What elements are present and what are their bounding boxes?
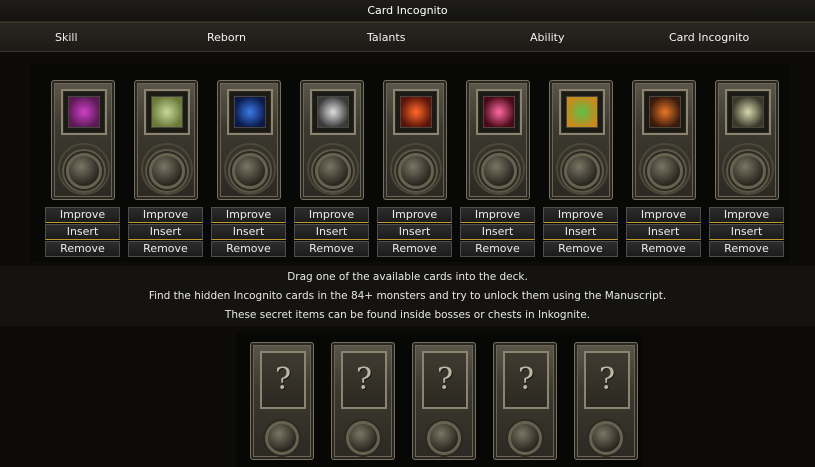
insert-button[interactable]: Insert (543, 224, 618, 240)
info-text: These secret items can be found inside b… (224, 309, 591, 321)
card[interactable] (134, 80, 198, 200)
tab-card-incognito[interactable]: Card Incognito (669, 23, 749, 53)
remove-button[interactable]: Remove (211, 241, 286, 257)
hidden-card[interactable]: ? (331, 342, 395, 460)
card-art-frame (144, 89, 190, 135)
improve-button[interactable]: Improve (128, 207, 203, 223)
fire-beast-icon (400, 96, 432, 128)
nav-bar: Skill Reborn Talants Ability Card Incogn… (0, 22, 815, 52)
info-panel: Drag one of the available cards into the… (0, 266, 815, 326)
remove-button[interactable]: Remove (543, 241, 618, 257)
question-mark-icon: ? (584, 351, 630, 409)
insert-button[interactable]: Insert (45, 224, 120, 240)
card-orb (66, 153, 102, 189)
card-orb (730, 153, 766, 189)
tab-reborn[interactable]: Reborn (207, 23, 246, 53)
card[interactable] (466, 80, 530, 200)
info-text: Drag one of the available cards into the… (287, 271, 528, 283)
card-orb (508, 421, 542, 455)
card-orb (481, 153, 517, 189)
card[interactable] (383, 80, 447, 200)
card-art-frame (476, 89, 522, 135)
card-art-frame (393, 89, 439, 135)
tree-icon (151, 96, 183, 128)
remove-button[interactable]: Remove (460, 241, 535, 257)
improve-button[interactable]: Improve (543, 207, 618, 223)
card-art-frame (310, 89, 356, 135)
claw-icon (317, 96, 349, 128)
improve-button[interactable]: Improve (377, 207, 452, 223)
question-mark-icon: ? (503, 351, 549, 409)
improve-button[interactable]: Improve (294, 207, 369, 223)
tab-ability[interactable]: Ability (530, 23, 565, 53)
improve-button[interactable]: Improve (626, 207, 701, 223)
card-slot: Improve Insert Remove (626, 80, 701, 257)
insert-button[interactable]: Insert (294, 224, 369, 240)
hidden-card[interactable]: ? (412, 342, 476, 460)
improve-button[interactable]: Improve (709, 207, 784, 223)
question-mark-icon: ? (341, 351, 387, 409)
card[interactable] (715, 80, 779, 200)
hidden-card[interactable]: ? (493, 342, 557, 460)
insert-button[interactable]: Insert (460, 224, 535, 240)
card-slot: Improve Insert Remove (709, 80, 784, 257)
card-orb (647, 153, 683, 189)
question-mark-icon: ? (260, 351, 306, 409)
remove-button[interactable]: Remove (377, 241, 452, 257)
card[interactable] (51, 80, 115, 200)
card-slot: Improve Insert Remove (128, 80, 203, 257)
card-orb (149, 153, 185, 189)
card-slot: Improve Insert Remove (45, 80, 120, 257)
eye-triangle-icon (68, 96, 100, 128)
insert-button[interactable]: Insert (211, 224, 286, 240)
tab-skill[interactable]: Skill (55, 23, 78, 53)
card-art-frame (227, 89, 273, 135)
card-orb (232, 153, 268, 189)
skull-icon (732, 96, 764, 128)
card-art-frame (61, 89, 107, 135)
hidden-card[interactable]: ? (250, 342, 314, 460)
card-orb (315, 153, 351, 189)
remove-button[interactable]: Remove (709, 241, 784, 257)
card-orb (265, 421, 299, 455)
card[interactable] (549, 80, 613, 200)
insert-button[interactable]: Insert (709, 224, 784, 240)
window-title: Card Incognito (0, 0, 815, 22)
improve-button[interactable]: Improve (460, 207, 535, 223)
insert-button[interactable]: Insert (377, 224, 452, 240)
card[interactable] (217, 80, 281, 200)
insert-button[interactable]: Insert (128, 224, 203, 240)
card-orb (346, 421, 380, 455)
info-text: Find the hidden Incognito cards in the 8… (148, 290, 667, 302)
flame-shield-icon (649, 96, 681, 128)
card-slot: Improve Insert Remove (377, 80, 452, 257)
crossed-swords-icon (234, 96, 266, 128)
insert-button[interactable]: Insert (626, 224, 701, 240)
card-slot: Improve Insert Remove (211, 80, 286, 257)
card-orb (398, 153, 434, 189)
remove-button[interactable]: Remove (294, 241, 369, 257)
tab-talants[interactable]: Talants (367, 23, 405, 53)
clover-icon (566, 96, 598, 128)
card-art-frame (725, 89, 771, 135)
question-mark-icon: ? (422, 351, 468, 409)
card-slot: Improve Insert Remove (460, 80, 535, 257)
improve-button[interactable]: Improve (211, 207, 286, 223)
card[interactable] (632, 80, 696, 200)
card-art-frame (559, 89, 605, 135)
card-orb (589, 421, 623, 455)
card-slot: Improve Insert Remove (543, 80, 618, 257)
card-incognito-window: Card Incognito Skill Reborn Talants Abil… (0, 0, 815, 467)
card-art-frame (642, 89, 688, 135)
hidden-card[interactable]: ? (574, 342, 638, 460)
remove-button[interactable]: Remove (45, 241, 120, 257)
card-orb (427, 421, 461, 455)
remove-button[interactable]: Remove (128, 241, 203, 257)
card-orb (564, 153, 600, 189)
improve-button[interactable]: Improve (45, 207, 120, 223)
gem-icon (483, 96, 515, 128)
card[interactable] (300, 80, 364, 200)
card-slot: Improve Insert Remove (294, 80, 369, 257)
remove-button[interactable]: Remove (626, 241, 701, 257)
